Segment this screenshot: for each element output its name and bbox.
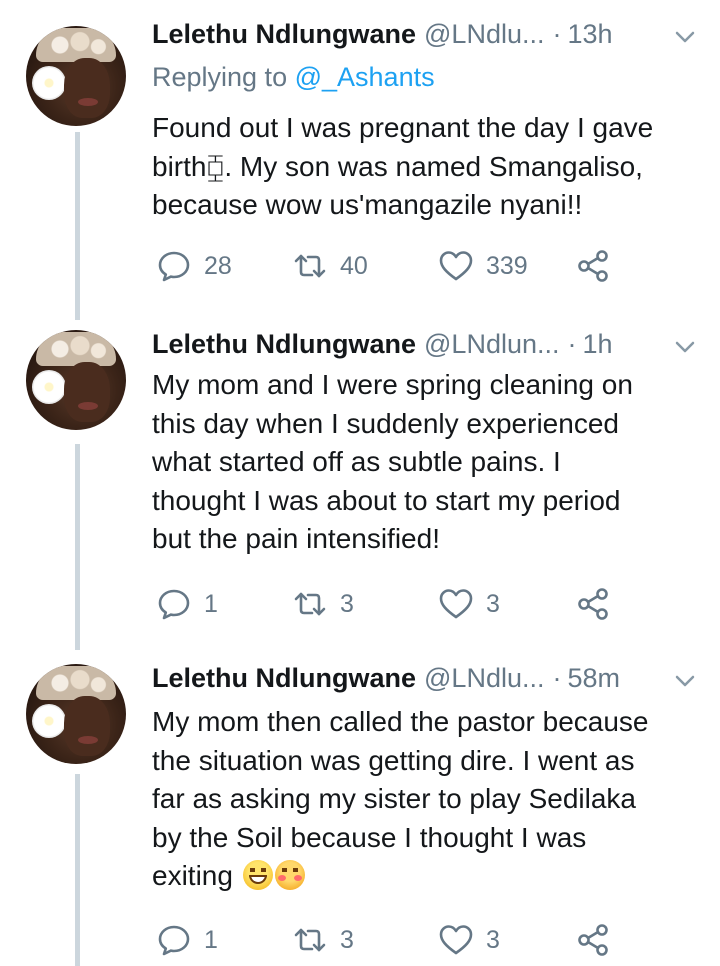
display-name[interactable]: Lelethu Ndlungwane <box>152 19 416 50</box>
flushed-face-emoji <box>274 860 305 890</box>
share-icon <box>578 924 608 956</box>
timestamp[interactable]: 1h <box>583 329 613 360</box>
tweet-text-line: because wow us'mangazile nyani!! <box>152 189 583 220</box>
action-bar: 1 3 3 <box>152 920 672 960</box>
retweet-icon <box>294 928 326 952</box>
display-name[interactable]: Lelethu Ndlungwane <box>152 329 416 360</box>
timestamp[interactable]: 58m <box>567 663 620 694</box>
retweet-icon <box>294 592 326 616</box>
action-bar: 28 40 339 <box>152 246 672 286</box>
retweet-button[interactable]: 3 <box>292 920 354 960</box>
like-button[interactable]: 3 <box>438 920 500 960</box>
retweet-count: 3 <box>340 589 354 618</box>
action-bar: 1 3 3 <box>152 584 672 624</box>
tweet-header: Lelethu Ndlungwane @LNdlu... · 13h <box>152 16 700 52</box>
user-handle[interactable]: @LNdlu... <box>424 19 544 50</box>
retweet-count: 3 <box>340 925 354 954</box>
chevron-down-icon[interactable] <box>674 336 696 358</box>
chevron-down-icon[interactable] <box>674 670 696 692</box>
reply-button[interactable]: 1 <box>156 584 218 624</box>
like-button[interactable]: 3 <box>438 584 500 624</box>
reply-count: 1 <box>204 925 218 954</box>
share-button[interactable] <box>576 584 612 624</box>
display-name[interactable]: Lelethu Ndlungwane <box>152 663 416 694</box>
reply-count: 1 <box>204 589 218 618</box>
replying-to: Replying to @_Ashants <box>152 62 435 93</box>
reply-bubble-icon <box>158 589 190 620</box>
like-count: 339 <box>486 251 528 280</box>
share-button[interactable] <box>576 246 612 286</box>
user-handle[interactable]: @LNdlun... <box>424 329 559 360</box>
tweet-header: Lelethu Ndlungwane @LNdlu... · 58m <box>152 660 700 696</box>
tweet-2[interactable]: Lelethu Ndlungwane @LNdlun... · 1h My mo… <box>0 320 720 650</box>
tweet-text: My mom and I were spring cleaning on thi… <box>152 366 697 559</box>
avatar[interactable] <box>26 330 126 430</box>
retweet-button[interactable]: 3 <box>292 584 354 624</box>
tweet-text: My mom then called the pastor because th… <box>152 703 697 896</box>
tweet-text-line: thought I was about to start my period <box>152 484 621 516</box>
share-icon <box>578 588 608 620</box>
reply-button[interactable]: 28 <box>156 246 232 286</box>
retweet-button[interactable]: 40 <box>292 246 368 286</box>
separator-dot: · <box>552 18 562 49</box>
tweet-text-line: exiting <box>152 860 233 891</box>
reply-bubble-icon <box>158 925 190 956</box>
separator-dot: · <box>552 662 562 693</box>
tweet-text-line: My mom then called the pastor because <box>152 706 649 737</box>
timestamp[interactable]: 13h <box>567 19 612 50</box>
tweet-text-line: birth⧮. My son was named Smangaliso, <box>152 150 643 182</box>
avatar[interactable] <box>26 664 126 764</box>
tweet-text-line: the situation was getting dire. I went a… <box>152 744 635 776</box>
tweet-text-line-with-emoji: exiting <box>152 857 697 896</box>
reply-count: 28 <box>204 251 232 280</box>
replying-to-label: Replying to <box>152 62 288 92</box>
separator-dot: · <box>567 328 577 359</box>
reply-button[interactable]: 1 <box>156 920 218 960</box>
like-count: 3 <box>486 925 500 954</box>
like-count: 3 <box>486 589 500 618</box>
grinning-squinting-face-emoji <box>242 860 273 890</box>
tweet-text-line: this day when I suddenly experienced <box>152 407 619 439</box>
share-button[interactable] <box>576 920 612 960</box>
user-handle[interactable]: @LNdlu... <box>424 663 544 694</box>
tweet-text-line: far as asking my sister to play Sedilaka <box>152 783 636 814</box>
tweet-text-line: by the Soil because I thought I was <box>152 821 587 853</box>
tweet-1[interactable]: Lelethu Ndlungwane @LNdlu... · 13h Reply… <box>0 0 720 320</box>
thread-line <box>75 774 80 966</box>
heart-icon <box>439 589 473 619</box>
replying-to-mention[interactable]: @_Ashants <box>295 62 435 92</box>
heart-icon <box>439 925 473 955</box>
avatar[interactable] <box>26 26 126 126</box>
tweet-text-line: but the pain intensified! <box>152 523 440 554</box>
chevron-down-icon[interactable] <box>674 26 696 48</box>
heart-icon <box>439 251 473 281</box>
reply-bubble-icon <box>158 251 190 282</box>
tweet-text-line: what started off as subtle pains. I <box>152 446 561 477</box>
share-icon <box>578 250 608 282</box>
retweet-count: 40 <box>340 251 368 280</box>
like-button[interactable]: 339 <box>438 246 528 286</box>
tweet-text-line: Found out I was pregnant the day I gave <box>152 112 654 143</box>
tweet-header: Lelethu Ndlungwane @LNdlun... · 1h <box>152 326 700 362</box>
tweet-text: Found out I was pregnant the day I gave … <box>152 109 697 225</box>
thread-line <box>75 132 80 320</box>
tweet-3[interactable]: Lelethu Ndlungwane @LNdlu... · 58m My mo… <box>0 650 720 966</box>
tweet-text-line: My mom and I were spring cleaning on <box>152 369 633 400</box>
retweet-icon <box>294 254 326 278</box>
thread-line <box>75 444 80 650</box>
